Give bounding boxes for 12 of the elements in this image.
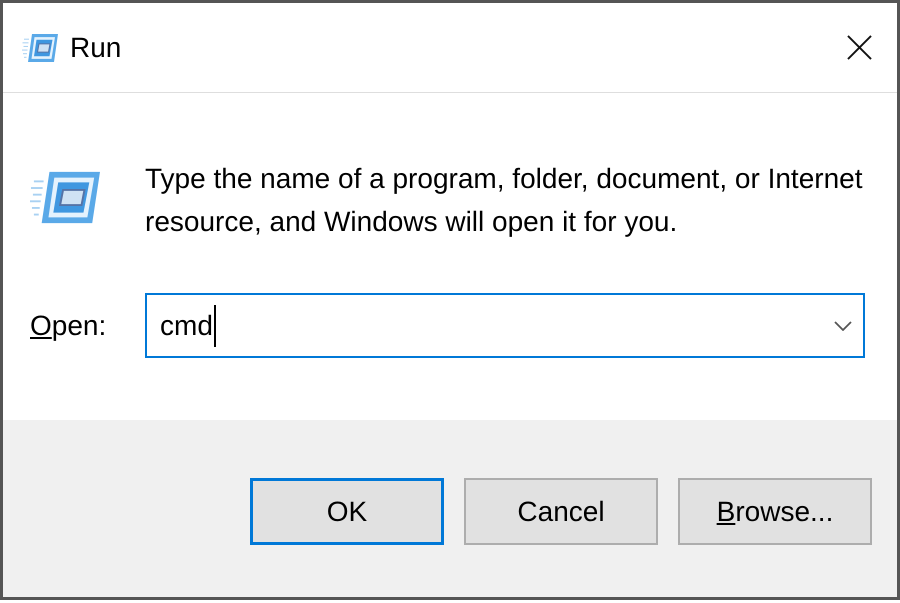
open-combo-box[interactable]: cmd — [145, 293, 865, 358]
window-title: Run — [70, 32, 122, 64]
dialog-button[interactable]: Browse... — [678, 478, 872, 545]
chevron-down-icon[interactable] — [834, 320, 852, 330]
dialog-button[interactable]: Cancel — [464, 478, 658, 545]
close-icon — [846, 35, 872, 60]
dialog-button[interactable]: OK — [250, 478, 444, 545]
window-icon — [30, 170, 100, 225]
open-label: Open: — [30, 310, 106, 342]
instruction-text: Type the name of a program, folder, document, or Internet resource, and Windows will open it for you. — [145, 162, 864, 239]
text-cursor-icon — [214, 304, 216, 346]
window-icon — [22, 32, 58, 62]
